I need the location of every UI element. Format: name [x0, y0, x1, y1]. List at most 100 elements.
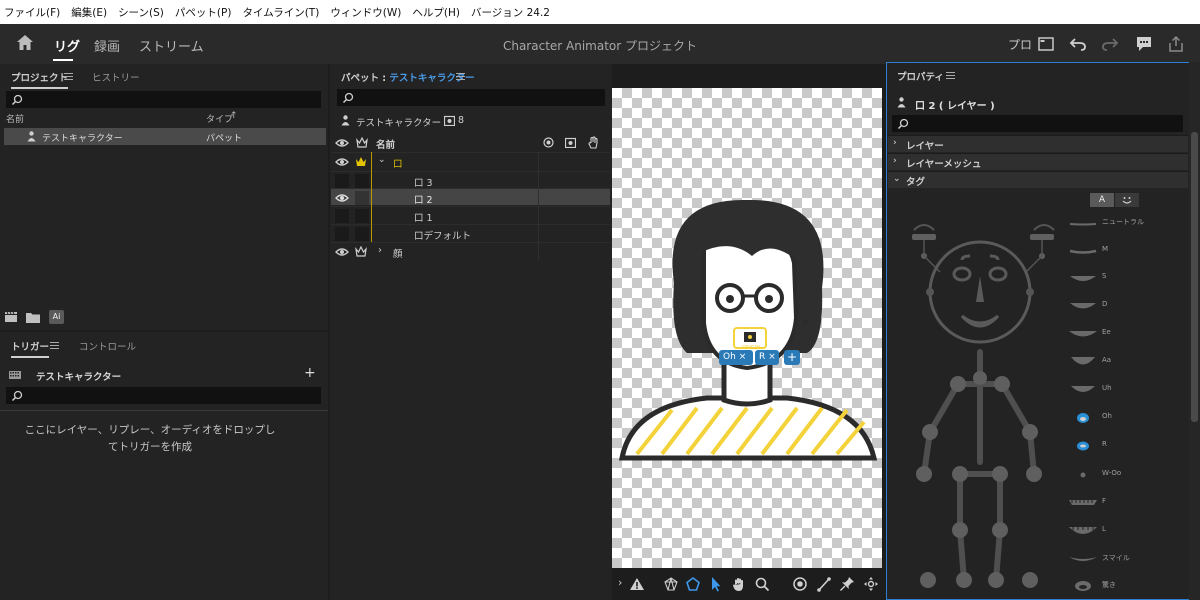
- pro-mode-label[interactable]: プロ: [1008, 36, 1032, 53]
- layer-row-mouth-1[interactable]: 口 1: [331, 206, 610, 224]
- project-search-input[interactable]: [6, 91, 321, 108]
- mouth-tag-l[interactable]: L: [1066, 525, 1106, 537]
- behavior-count-icon: [444, 115, 455, 126]
- folder-icon[interactable]: [26, 312, 40, 323]
- puppet-search-input[interactable]: [337, 89, 605, 106]
- smiley-icon: [1122, 197, 1132, 204]
- mouth-tag-uh[interactable]: Uh: [1066, 384, 1112, 396]
- chevron-right-icon[interactable]: ›: [618, 576, 622, 589]
- mouth-tag-w-oo[interactable]: W-Oo: [1066, 469, 1121, 481]
- workspace-bar: リグ 録画 ストリーム Character Animator プロジェクト プロ: [0, 24, 1200, 64]
- layer-row-mouth-group[interactable]: ⌄ 口: [331, 152, 610, 170]
- menu-help[interactable]: ヘルプ(H): [412, 5, 460, 20]
- chevron-down-icon[interactable]: ⌄: [378, 155, 386, 165]
- new-scene-icon[interactable]: [4, 311, 18, 323]
- handle-tag-r[interactable]: R ×: [755, 350, 779, 365]
- comment-icon[interactable]: [1134, 34, 1154, 54]
- section-layer-mesh[interactable]: › レイヤーメッシュ: [888, 153, 1188, 170]
- eye-icon[interactable]: [335, 193, 349, 203]
- stick-tool-icon[interactable]: [816, 576, 832, 592]
- mouth-tag-d[interactable]: D: [1066, 300, 1107, 312]
- menu-file[interactable]: ファイル(F): [4, 5, 60, 20]
- properties-panel-menu-icon[interactable]: [946, 72, 955, 79]
- warning-icon[interactable]: [629, 576, 645, 592]
- shape-select-icon[interactable]: [685, 576, 701, 592]
- column-type-header[interactable]: タイプ: [206, 112, 233, 125]
- section-layer[interactable]: › レイヤー: [888, 135, 1188, 152]
- tab-puppet[interactable]: パペット : テストキャラクター: [341, 70, 475, 84]
- project-item-row[interactable]: テストキャラクター パペット: [4, 128, 326, 145]
- chevron-right-icon[interactable]: ›: [378, 245, 382, 256]
- menu-scene[interactable]: シーン(S): [118, 5, 164, 20]
- layer-row-mouth-3[interactable]: 口 3: [331, 171, 610, 189]
- menu-puppet[interactable]: パペット(P): [175, 5, 232, 20]
- scrollbar-thumb[interactable]: [1191, 132, 1198, 422]
- tab-project[interactable]: プロジェクト: [11, 70, 69, 89]
- tab-triggers[interactable]: トリガー: [11, 339, 50, 358]
- trigger-search-input[interactable]: [6, 387, 321, 404]
- zoom-icon[interactable]: [754, 576, 770, 592]
- mouth-tag-oh-active[interactable]: Oh: [1066, 412, 1112, 424]
- properties-scrollbar[interactable]: [1189, 62, 1200, 600]
- properties-search-input[interactable]: [892, 115, 1183, 132]
- add-trigger-icon[interactable]: +: [304, 365, 316, 381]
- panel-layout-icon[interactable]: [1036, 34, 1056, 54]
- mouth-tag-s[interactable]: S: [1066, 272, 1106, 284]
- mesh-tool-icon[interactable]: [663, 576, 679, 592]
- mouth-tag-label: Ee: [1102, 328, 1111, 336]
- ai-import-badge[interactable]: Ai: [49, 310, 64, 324]
- scene-canvas[interactable]: ORIGIN Oh × R × +: [612, 88, 882, 568]
- tab-controls[interactable]: コントロール: [79, 339, 136, 353]
- select-arrow-icon[interactable]: [708, 576, 724, 592]
- section-tags[interactable]: ⌄ タグ: [888, 171, 1188, 188]
- mouth-tag-aa[interactable]: Aa: [1066, 356, 1111, 368]
- menu-timeline[interactable]: タイムライン(T): [242, 5, 319, 20]
- puppet-column-name[interactable]: 名前: [376, 137, 395, 151]
- layer-icon: [897, 97, 906, 108]
- mouth-tag-r-active[interactable]: R: [1066, 440, 1107, 452]
- mouth-tag-m[interactable]: M: [1066, 245, 1108, 257]
- undo-icon[interactable]: [1068, 34, 1088, 54]
- puppet-panel-menu-icon[interactable]: [456, 73, 465, 80]
- share-icon[interactable]: [1166, 34, 1186, 54]
- menu-edit[interactable]: 編集(E): [71, 5, 107, 20]
- mouth-oh-icon: [1077, 413, 1089, 423]
- mouth-tag-neutral[interactable]: ニュートラル: [1066, 217, 1144, 229]
- mouth-tag-f[interactable]: F: [1066, 497, 1106, 509]
- tab-properties[interactable]: プロパティ: [897, 69, 944, 83]
- dragger-tool-icon[interactable]: [863, 576, 879, 592]
- handle-tag-oh[interactable]: Oh ×: [719, 350, 753, 365]
- independence-toggle[interactable]: [355, 209, 369, 223]
- origin-tool-icon[interactable]: [792, 576, 808, 592]
- tag-mode-text-button[interactable]: A: [1090, 193, 1114, 207]
- independence-toggle[interactable]: [355, 174, 369, 188]
- independence-toggle[interactable]: [355, 227, 369, 241]
- mouth-tag-smile[interactable]: スマイル: [1066, 553, 1130, 565]
- visibility-toggle[interactable]: [335, 174, 349, 188]
- crown-icon[interactable]: [355, 246, 367, 257]
- tab-history[interactable]: ヒストリー: [92, 70, 140, 84]
- remove-icon[interactable]: ×: [739, 352, 747, 362]
- pin-tool-icon[interactable]: [839, 576, 855, 592]
- remove-icon[interactable]: ×: [768, 352, 776, 362]
- project-panel-menu-icon[interactable]: [64, 73, 73, 80]
- add-tag-icon[interactable]: +: [784, 350, 800, 365]
- layer-row-mouth-2[interactable]: 口 2: [331, 188, 610, 206]
- mouth-tag-surprised[interactable]: 驚き: [1066, 580, 1116, 592]
- menu-window[interactable]: ウィンドウ(W): [330, 5, 401, 20]
- hand-tool-icon[interactable]: [731, 576, 747, 592]
- crown-icon[interactable]: [355, 156, 367, 167]
- layer-row-mouth-default[interactable]: 口デフォルト: [331, 224, 610, 242]
- column-name-header[interactable]: 名前: [6, 112, 24, 125]
- visibility-toggle[interactable]: [335, 209, 349, 223]
- visibility-toggle[interactable]: [335, 227, 349, 241]
- layer-row-face-group[interactable]: › 顔: [331, 242, 610, 260]
- redo-icon[interactable]: [1100, 34, 1120, 54]
- eye-icon[interactable]: [335, 247, 349, 257]
- mouth-s-icon: [1070, 276, 1096, 281]
- independence-toggle[interactable]: [355, 191, 369, 205]
- trigger-panel-menu-icon[interactable]: [50, 342, 59, 349]
- tag-mode-visual-button[interactable]: [1115, 193, 1139, 207]
- eye-icon[interactable]: [335, 157, 349, 167]
- mouth-tag-ee[interactable]: Ee: [1066, 328, 1111, 340]
